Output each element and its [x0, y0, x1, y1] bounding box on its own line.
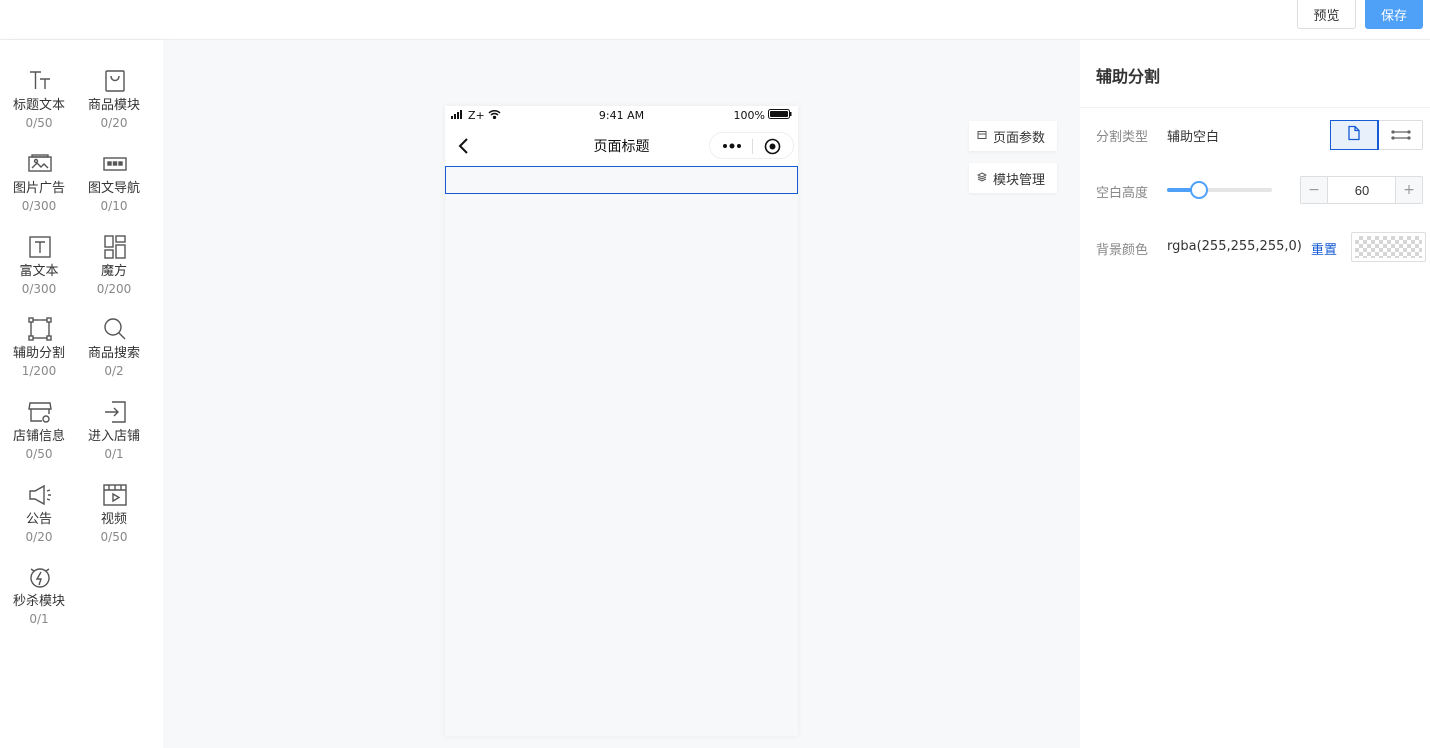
bg-color-label: 背景颜色 — [1096, 243, 1149, 258]
palette-item-divider[interactable]: 辅助分割 1/200 — [1, 316, 77, 396]
decrement-button[interactable]: − — [1301, 177, 1328, 203]
cube-grid-icon — [102, 234, 128, 260]
divider-frame-icon — [27, 316, 53, 342]
battery-icon — [768, 109, 792, 122]
palette-item-cube[interactable]: 魔方 0/200 — [76, 234, 152, 314]
transparent-swatch — [1355, 236, 1422, 258]
palette-item-store-info[interactable]: 店铺信息 0/50 — [1, 399, 77, 479]
palette-item-label: 图片广告 — [12, 181, 65, 196]
slider-handle[interactable] — [1189, 181, 1208, 199]
page-icon — [977, 129, 987, 144]
height-input[interactable] — [1329, 177, 1395, 203]
store-icon — [27, 399, 53, 425]
palette-item-count: 0/1 — [104, 447, 124, 461]
palette-item-count: 0/1 — [29, 612, 49, 626]
increment-button[interactable]: + — [1395, 177, 1422, 203]
module-manage-button[interactable]: 模块管理 — [969, 163, 1057, 193]
search-icon — [102, 316, 128, 342]
palette-item-count: 0/300 — [21, 282, 57, 296]
reset-color-link[interactable]: 重置 — [1311, 239, 1337, 258]
close-target-icon[interactable] — [764, 138, 781, 155]
shopping-bag-icon — [102, 68, 128, 94]
palette-item-label: 进入店铺 — [87, 429, 140, 444]
palette-item-count: 0/20 — [25, 530, 53, 544]
title-text-icon — [27, 68, 53, 94]
palette-item-rich-text[interactable]: 富文本 0/300 — [1, 234, 77, 314]
palette-item-count: 0/50 — [100, 530, 128, 544]
palette-item-flash-sale[interactable]: 秒杀模块 0/1 — [1, 564, 77, 644]
height-slider[interactable] — [1167, 181, 1272, 199]
flash-sale-icon — [27, 564, 53, 590]
image-nav-icon — [102, 151, 128, 177]
split-type-toggle — [1330, 120, 1423, 150]
palette-item-label: 店铺信息 — [12, 429, 65, 444]
preview-button[interactable]: 预览 — [1297, 0, 1356, 29]
page-params-button[interactable]: 页面参数 — [969, 121, 1057, 151]
palette-item-count: 0/20 — [100, 116, 128, 130]
palette-item-label: 富文本 — [19, 264, 59, 279]
palette-item-label: 商品模块 — [87, 98, 140, 113]
split-type-value: 辅助空白 — [1167, 130, 1220, 145]
enter-store-icon — [102, 399, 128, 425]
phone-preview: Z+ 9:41 AM 100% 页面标题 — [445, 106, 798, 736]
preview-canvas: Z+ 9:41 AM 100% 页面标题 页面参数 模块管理 — [163, 40, 1080, 748]
more-dots-icon[interactable] — [722, 138, 742, 154]
divider-line-option[interactable] — [1378, 121, 1423, 149]
image-ad-icon — [27, 151, 53, 177]
palette-item-product-module[interactable]: 商品模块 0/20 — [76, 68, 152, 148]
palette-item-label: 商品搜索 — [87, 346, 140, 361]
palette-item-label: 秒杀模块 — [12, 594, 65, 609]
line-divider-icon — [1390, 126, 1411, 145]
palette-item-label: 魔方 — [100, 264, 127, 279]
height-label: 空白高度 — [1096, 186, 1149, 201]
palette-item-label: 视频 — [100, 512, 127, 527]
palette-item-count: 0/10 — [100, 199, 128, 213]
height-stepper: − + — [1300, 176, 1423, 204]
battery-percent: 100% — [733, 109, 765, 122]
palette-item-count: 0/50 — [25, 116, 53, 130]
palette-item-enter-store[interactable]: 进入店铺 0/1 — [76, 399, 152, 479]
component-palette: 标题文本 0/50 商品模块 0/20 图片广告 0/300 图文导航 0/10… — [0, 40, 163, 748]
palette-item-video[interactable]: 视频 0/50 — [76, 482, 152, 562]
settings-panel: 辅助分割 分割类型 辅助空白 空白高度 − + 背景颜色 rgba(255,25… — [1080, 40, 1430, 748]
panel-title: 辅助分割 — [1096, 67, 1161, 86]
mini-program-capsule — [709, 132, 794, 159]
palette-item-image-ad[interactable]: 图片广告 0/300 — [1, 151, 77, 231]
palette-item-count: 0/2 — [104, 364, 124, 378]
document-icon — [1346, 125, 1362, 145]
palette-item-product-search[interactable]: 商品搜索 0/2 — [76, 316, 152, 396]
phone-status-bar: Z+ 9:41 AM 100% — [445, 106, 798, 126]
bg-color-value: rgba(255,255,255,0) — [1167, 239, 1302, 254]
palette-item-count: 0/300 — [21, 199, 57, 213]
module-manage-label: 模块管理 — [993, 172, 1046, 188]
palette-item-label: 辅助分割 — [12, 346, 65, 361]
palette-item-label: 图文导航 — [87, 181, 140, 196]
palette-item-label: 公告 — [25, 512, 52, 527]
rich-text-icon — [27, 234, 53, 260]
top-bar: 预览 保存 — [0, 0, 1430, 40]
page-params-label: 页面参数 — [993, 130, 1046, 146]
palette-item-image-nav[interactable]: 图文导航 0/10 — [76, 151, 152, 231]
phone-nav-bar: 页面标题 — [445, 126, 798, 166]
palette-item-label: 标题文本 — [12, 98, 65, 113]
split-type-label: 分割类型 — [1096, 130, 1149, 145]
color-picker-swatch[interactable] — [1351, 232, 1426, 262]
save-button[interactable]: 保存 — [1365, 0, 1423, 29]
layers-icon — [976, 171, 988, 186]
palette-item-count: 0/200 — [96, 282, 132, 296]
palette-item-count: 0/50 — [25, 447, 53, 461]
selected-divider-module[interactable] — [445, 166, 798, 194]
palette-item-title-text[interactable]: 标题文本 0/50 — [1, 68, 77, 148]
blank-space-option[interactable] — [1330, 120, 1379, 150]
palette-item-count: 1/200 — [21, 364, 57, 378]
megaphone-icon — [27, 482, 53, 508]
video-icon — [102, 482, 128, 508]
palette-item-notice[interactable]: 公告 0/20 — [1, 482, 77, 562]
